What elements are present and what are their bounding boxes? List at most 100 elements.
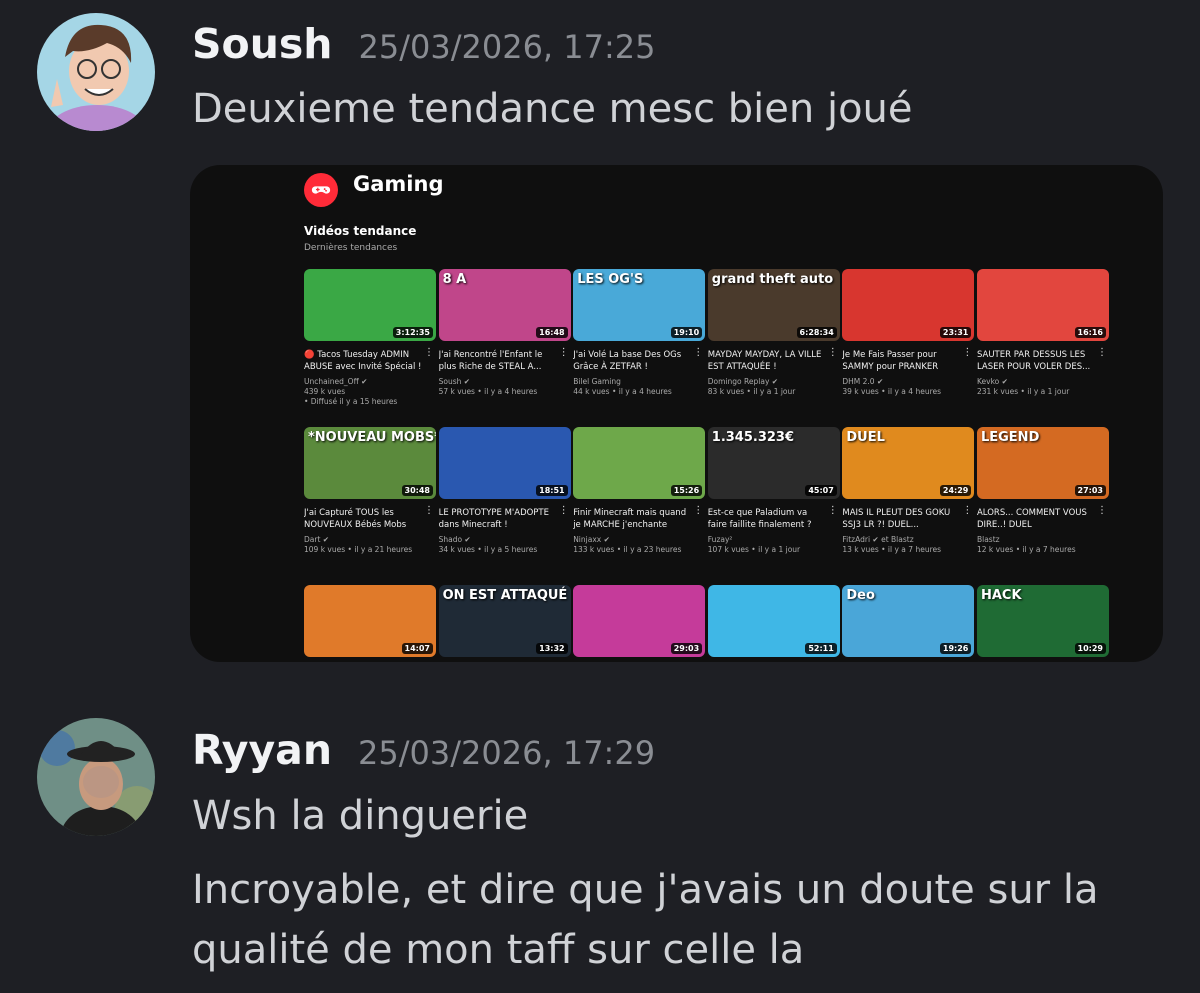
video-thumbnail[interactable]: 3:12:35	[304, 269, 436, 341]
video-title[interactable]: MAYDAY MAYDAY, LA VILLE EST ATTAQUÉE ! (…	[708, 349, 826, 373]
video-title[interactable]: 🔴 Tacos Tuesday ADMIN ABUSE avec Invité …	[304, 349, 422, 373]
video-card[interactable]: ON EST ATTAQUÉ13:32ANKAMA EST EN DANGER,…	[438, 585, 571, 662]
video-thumbnail[interactable]: grand theft auto 6:28:34	[707, 269, 840, 341]
video-duration: 19:10	[670, 327, 703, 338]
video-duration: 30:48	[401, 485, 433, 496]
more-options-icon[interactable]: ⋮	[828, 347, 838, 358]
video-meta: 83 k vues • il y a 1 jour	[707, 387, 796, 396]
more-options-icon[interactable]: ⋮	[962, 347, 972, 358]
username[interactable]: Soush	[192, 20, 332, 68]
video-thumbnail[interactable]: HACK 10:29	[976, 585, 1109, 657]
video-channel[interactable]: Unchained_Off ✔	[304, 377, 436, 386]
video-thumbnail[interactable]: 29:03	[573, 585, 706, 657]
more-options-icon[interactable]: ⋮	[559, 347, 569, 358]
video-channel[interactable]: DHM 2.0 ✔	[842, 377, 974, 386]
video-title[interactable]: J'ai Capturé TOUS les NOUVEAUX Bébés Mob…	[304, 507, 422, 531]
video-card[interactable]: LES OG'S 19:10 J'ai Volé La base Des OGs G…	[573, 269, 706, 427]
message-header: Soush 25/03/2026, 17:25	[192, 20, 655, 68]
avatar[interactable]	[37, 718, 155, 836]
video-title[interactable]: Finir Minecraft mais quand je MARCHE j'e…	[573, 507, 691, 531]
video-thumbnail[interactable]: 16:16	[976, 269, 1109, 341]
video-thumbnail[interactable]: 14:07	[304, 585, 436, 657]
avatar[interactable]	[37, 13, 155, 131]
more-options-icon[interactable]: ⋮	[693, 347, 703, 358]
video-thumbnail[interactable]: 8 A 16:48	[438, 269, 571, 341]
video-title[interactable]: LE PROTOTYPE M'ADOPTE dans Minecraft !	[439, 507, 557, 531]
video-card[interactable]: 18:51 LE PROTOTYPE M'ADOPTE dans Minecraf…	[438, 427, 571, 585]
more-options-icon[interactable]: ⋮	[559, 505, 569, 516]
video-thumbnail[interactable]: 52:11	[707, 585, 840, 657]
video-card[interactable]: LEGEND 27:03 ALORS... COMMENT VOUS DIRE..!…	[976, 427, 1109, 585]
video-channel[interactable]: Blastz	[977, 535, 1109, 544]
thumbnail-text: 8 A	[442, 272, 467, 287]
video-duration: 27:03	[1074, 485, 1106, 496]
message-text: Deuxieme tendance mesc bien joué	[192, 86, 913, 132]
video-duration: 3:12:35	[392, 327, 433, 338]
video-thumbnail[interactable]: Deo 19:26	[842, 585, 975, 657]
video-card[interactable]: 16:16 SAUTER PAR DESSUS LES LASER POUR VO…	[976, 269, 1109, 427]
username[interactable]: Ryyan	[192, 726, 332, 774]
section-title: Vidéos tendance	[304, 224, 417, 238]
channel-header-title: Gaming	[353, 172, 444, 196]
more-options-icon[interactable]: ⋮	[1097, 347, 1107, 358]
video-card[interactable]: Deo19:26le jeu le plus énervant de⋮	[842, 585, 975, 662]
video-channel[interactable]: Dart ✔	[304, 535, 436, 544]
video-thumbnail[interactable]: 1.345.323€ 45:07	[707, 427, 840, 499]
video-title[interactable]: SAUTER PAR DESSUS LES LASER POUR VOLER D…	[977, 349, 1095, 373]
video-card[interactable]: 8 A 16:48 J'ai Rencontré l'Enfant le plus …	[438, 269, 571, 427]
video-card[interactable]: 15:26 Finir Minecraft mais quand je MARCH…	[573, 427, 706, 585]
more-options-icon[interactable]: ⋮	[693, 505, 703, 516]
video-title[interactable]: J'ai Volé La base Des OGs Grâce À ZETFAR…	[573, 349, 691, 373]
video-card[interactable]: 52:11TROLL CRÉÉ PAR LASALLE⋮	[707, 585, 840, 662]
video-thumbnail[interactable]: ON EST ATTAQUÉ 13:32	[438, 585, 571, 657]
video-card[interactable]: 29:03Survivre au DROPPER le plus⋮	[573, 585, 706, 662]
video-title[interactable]: ALORS... COMMENT VOUS DIRE..! DUEL INVOC…	[977, 507, 1095, 531]
video-channel[interactable]: Ninjaxx ✔	[573, 535, 705, 544]
thumbnail-text: ON EST ATTAQUÉ	[442, 588, 568, 603]
video-thumbnail[interactable]: 23:31	[842, 269, 975, 341]
video-channel[interactable]: Kevko ✔	[977, 377, 1109, 386]
video-title[interactable]: Je Me Fais Passer pour SAMMY pour PRANKE…	[842, 349, 960, 373]
thumbnail-text: grand theft auto	[711, 272, 834, 287]
video-channel[interactable]: FitzAdri ✔ et Blastz	[842, 535, 974, 544]
video-card[interactable]: 3:12:35 🔴 Tacos Tuesday ADMIN ABUSE avec …	[304, 269, 436, 427]
video-channel[interactable]: Fuzay²	[708, 535, 840, 544]
video-meta: 107 k vues • il y a 1 jour	[707, 545, 801, 554]
image-attachment[interactable]: Gaming Vidéos tendance Dernières tendanc…	[190, 165, 1163, 662]
video-card[interactable]: 14:07J'ai Tenté de M'ÉCHAPPER⋮	[304, 585, 436, 662]
video-card[interactable]: *NOUVEAU MOBS* 30:48 J'ai Capturé TOUS les…	[304, 427, 436, 585]
video-title[interactable]: Est-ce que Paladium va faire faillite fi…	[708, 507, 826, 531]
video-duration: 18:51	[536, 485, 568, 496]
video-thumbnail[interactable]: 15:26	[573, 427, 706, 499]
more-options-icon[interactable]: ⋮	[424, 505, 434, 516]
video-duration: 16:16	[1074, 327, 1106, 338]
video-thumbnail[interactable]: LES OG'S 19:10	[573, 269, 706, 341]
video-channel[interactable]: Soush ✔	[439, 377, 571, 386]
video-duration: 14:07	[401, 643, 433, 654]
more-options-icon[interactable]: ⋮	[962, 505, 972, 516]
video-thumbnail[interactable]: 18:51	[438, 427, 571, 499]
video-thumbnail[interactable]: *NOUVEAU MOBS* 30:48	[304, 427, 436, 499]
video-title[interactable]: J'ai Rencontré l'Enfant le plus Riche de…	[439, 349, 557, 373]
video-channel[interactable]: Domingo Replay ✔	[708, 377, 840, 386]
video-duration: 10:29	[1074, 643, 1106, 654]
more-options-icon[interactable]: ⋮	[828, 505, 838, 516]
message-text: Incroyable, et dire que j'avais un doute…	[192, 867, 1099, 913]
video-duration: 15:26	[670, 485, 703, 496]
video-card[interactable]: 23:31 Je Me Fais Passer pour SAMMY pour P…	[842, 269, 975, 427]
video-channel[interactable]: Shado ✔	[439, 535, 571, 544]
video-duration: 24:29	[939, 485, 972, 496]
video-card[interactable]: 1.345.323€ 45:07 Est-ce que Paladium va fa…	[707, 427, 840, 585]
video-meta: 12 k vues • il y a 7 heures	[976, 545, 1076, 554]
more-options-icon[interactable]: ⋮	[1097, 505, 1107, 516]
video-duration: 13:32	[536, 643, 568, 654]
video-thumbnail[interactable]: LEGEND 27:03	[976, 427, 1109, 499]
video-card[interactable]: DUEL 24:29 MAIS IL PLEUT DES GOKU SSJ3 LR …	[842, 427, 975, 585]
video-card[interactable]: grand theft auto 6:28:34 MAYDAY MAYDAY, LA…	[707, 269, 840, 427]
video-title[interactable]: MAIS IL PLEUT DES GOKU SSJ3 LR ?! DUEL..…	[842, 507, 960, 531]
video-meta: 231 k vues • il y a 1 jour	[976, 387, 1070, 396]
more-options-icon[interactable]: ⋮	[424, 347, 434, 358]
video-channel[interactable]: Bilel Gaming	[573, 377, 705, 386]
video-card[interactable]: HACK10:29STEAL A BRAINROT s'est fait⋮	[976, 585, 1109, 662]
video-thumbnail[interactable]: DUEL 24:29	[842, 427, 975, 499]
